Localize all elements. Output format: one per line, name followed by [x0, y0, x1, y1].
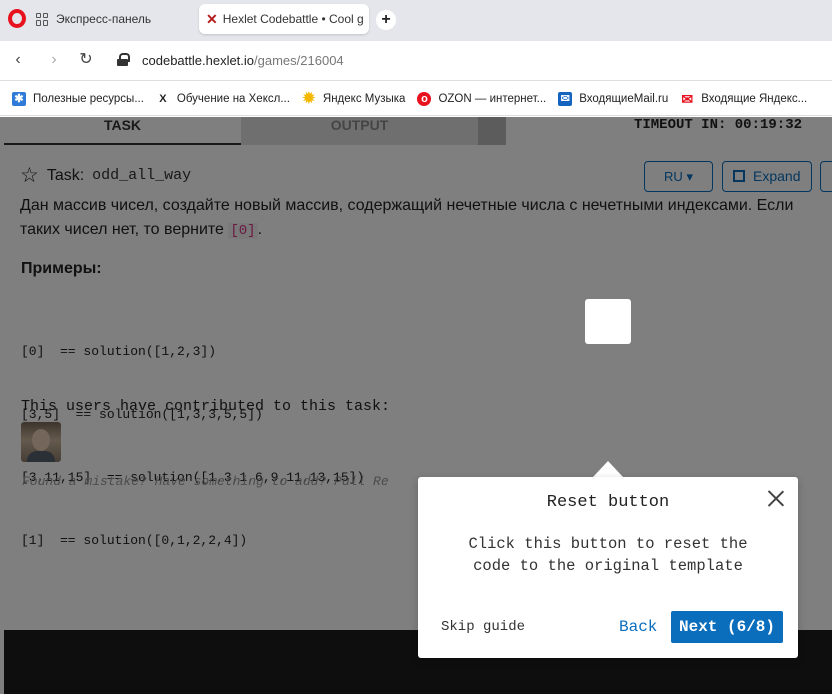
- forward-arrow-icon[interactable]: ›: [44, 50, 64, 70]
- bookmark-label: ВходящиеMail.ru: [579, 92, 669, 105]
- back-button[interactable]: Back: [619, 618, 657, 636]
- bookmark-label: Входящие Яндекс...: [701, 92, 808, 105]
- speed-dial-icon: [36, 12, 49, 26]
- tab-label: Экспресс-панель: [56, 12, 152, 26]
- bookmark-item[interactable]: o OZON — интернет...: [417, 91, 547, 106]
- next-button[interactable]: Next (6/8): [671, 611, 783, 643]
- ozon-icon: o: [417, 91, 432, 106]
- bookmark-item[interactable]: X Обучение на Хексл...: [156, 92, 290, 106]
- address-bar: ‹ › ↻ codebattle.hexlet.io/games/216004: [0, 41, 832, 81]
- url-field[interactable]: codebattle.hexlet.io/games/216004: [142, 53, 344, 68]
- yandex-music-icon: ✹: [302, 89, 316, 107]
- tab-speed-dial[interactable]: Экспресс-панель: [36, 4, 196, 34]
- hexlet-favicon-icon: ✕: [206, 10, 218, 27]
- new-tab-button[interactable]: +: [376, 10, 396, 30]
- bookmark-item[interactable]: ✉ ВходящиеMail.ru: [558, 91, 669, 106]
- highlighted-reset-button[interactable]: [585, 299, 631, 344]
- bookmark-label: OZON — интернет...: [438, 92, 547, 105]
- bookmark-label: Обучение на Хексл...: [176, 92, 290, 105]
- skip-guide-button[interactable]: Skip guide: [441, 619, 525, 635]
- bookmark-item[interactable]: ✹ Яндекс Музыка: [302, 89, 406, 107]
- popover-arrow: [593, 461, 623, 477]
- guide-popover: Reset button Click this button to reset …: [418, 477, 798, 658]
- tab-label: Hexlet Codebattle • Cool g: [222, 12, 363, 26]
- bookmark-item[interactable]: ✱ Полезные ресурсы...: [12, 91, 144, 106]
- close-icon[interactable]: [767, 489, 785, 507]
- browser-tabstrip: Экспресс-панель ✕ Hexlet Codebattle • Co…: [0, 0, 832, 41]
- url-host: codebattle.hexlet.io: [142, 53, 255, 68]
- tab-codebattle[interactable]: ✕ Hexlet Codebattle • Cool g: [199, 4, 369, 34]
- opera-logo-icon[interactable]: [8, 9, 26, 28]
- bookmark-label: Яндекс Музыка: [322, 92, 406, 105]
- bookmark-label: Полезные ресурсы...: [33, 92, 144, 105]
- lock-icon[interactable]: [117, 53, 130, 66]
- puzzle-icon: ✱: [12, 91, 26, 106]
- popover-title: Reset button: [546, 493, 670, 512]
- hexlet-icon: X: [159, 92, 167, 105]
- url-path: /games/216004: [254, 53, 344, 68]
- popover-text: Click this button to reset the code to t…: [468, 535, 748, 575]
- bookmark-item[interactable]: ✉ Входящие Яндекс...: [680, 92, 807, 106]
- reload-icon[interactable]: ↻: [76, 50, 96, 70]
- mail-ru-icon: ✉: [558, 91, 573, 106]
- yandex-mail-icon: ✉: [681, 90, 694, 107]
- bookmarks-bar: ✱ Полезные ресурсы... X Обучение на Хекс…: [0, 82, 832, 116]
- back-arrow-icon[interactable]: ‹: [8, 50, 28, 70]
